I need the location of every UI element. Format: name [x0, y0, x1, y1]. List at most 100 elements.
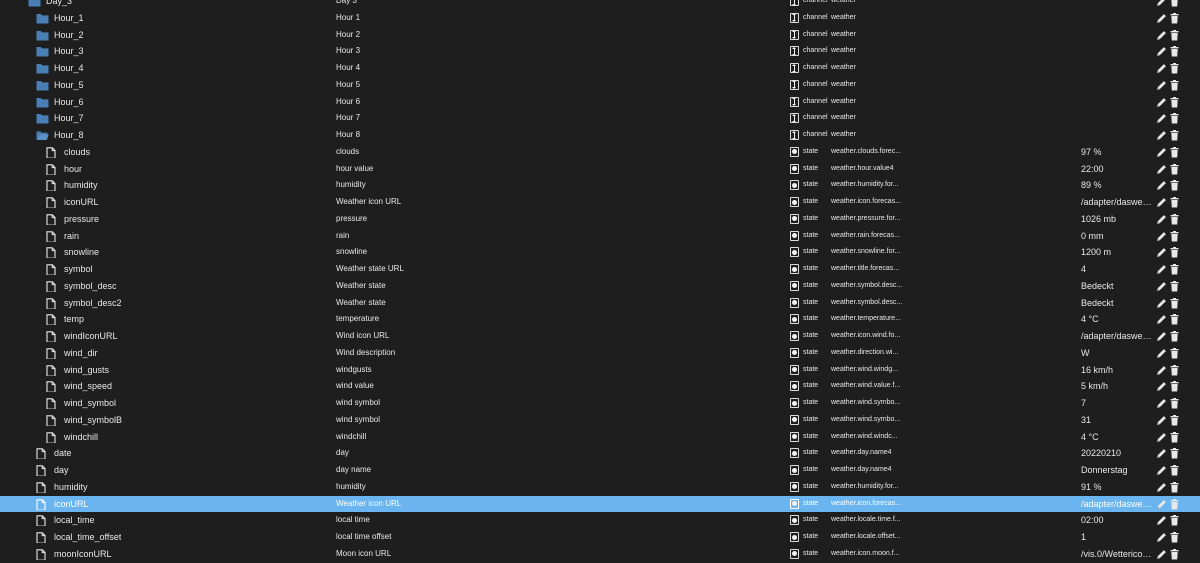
object-value[interactable]: /vis.0/Wettericon...	[1081, 546, 1153, 563]
folder-icon[interactable]	[36, 63, 49, 74]
folder-icon[interactable]	[36, 46, 49, 57]
file-icon[interactable]	[46, 331, 59, 342]
object-value[interactable]: 1026 mb	[1081, 211, 1153, 228]
trash-icon[interactable]	[1170, 314, 1180, 325]
object-value[interactable]	[1081, 60, 1153, 77]
trash-icon[interactable]	[1170, 163, 1180, 175]
pencil-icon[interactable]	[1156, 348, 1167, 359]
object-value[interactable]	[1081, 43, 1153, 60]
trash-icon[interactable]	[1170, 29, 1180, 41]
tree-row[interactable]: Hour_2 Hour 2 channel weather	[0, 27, 1200, 44]
file-icon[interactable]	[46, 381, 59, 393]
tree-row[interactable]: humidity humidity state weather.humidity.fo…	[0, 479, 1200, 496]
file-icon[interactable]	[36, 482, 49, 493]
folder-icon[interactable]	[36, 30, 49, 41]
pencil-icon[interactable]	[1156, 164, 1167, 175]
object-value[interactable]: 1200 m	[1081, 244, 1153, 261]
object-value[interactable]: 31	[1081, 412, 1153, 429]
object-value[interactable]: 89 %	[1081, 177, 1153, 194]
pencil-icon[interactable]	[1156, 314, 1167, 325]
pencil-icon[interactable]	[1156, 264, 1167, 275]
tree-row[interactable]: snowline snowline state weather.snowline.fo…	[0, 244, 1200, 261]
file-icon[interactable]	[46, 398, 59, 409]
tree-row[interactable]: windIconURL Wind icon URL state weather.ico…	[0, 328, 1200, 345]
pencil-icon[interactable]	[1156, 398, 1167, 409]
object-value[interactable]	[1081, 127, 1153, 144]
object-value[interactable]: 16 km/h	[1081, 362, 1153, 379]
object-value[interactable]	[1081, 77, 1153, 94]
trash-icon[interactable]	[1170, 481, 1180, 493]
pencil-icon[interactable]	[1156, 331, 1167, 342]
file-icon[interactable]	[36, 498, 49, 510]
trash-icon[interactable]	[1170, 113, 1180, 124]
file-icon[interactable]	[46, 230, 59, 242]
tree-row[interactable]: hour hour value state weather.hour.value4 22…	[0, 161, 1200, 178]
pencil-icon[interactable]	[1156, 214, 1167, 225]
pencil-icon[interactable]	[1156, 30, 1167, 41]
pencil-icon[interactable]	[1156, 432, 1167, 443]
tree-row[interactable]: Day_3 Day 3 channel weather	[0, 0, 1200, 10]
file-icon[interactable]	[36, 448, 49, 460]
pencil-icon[interactable]	[1156, 415, 1167, 426]
trash-icon[interactable]	[1170, 532, 1180, 543]
pencil-icon[interactable]	[1156, 231, 1167, 242]
trash-icon[interactable]	[1170, 431, 1180, 443]
trash-icon[interactable]	[1170, 398, 1180, 409]
object-value[interactable]: /adapter/daswett...	[1081, 496, 1153, 513]
pencil-icon[interactable]	[1156, 499, 1167, 510]
tree-row[interactable]: Hour_3 Hour 3 channel weather	[0, 43, 1200, 60]
trash-icon[interactable]	[1170, 0, 1180, 7]
trash-icon[interactable]	[1170, 197, 1180, 208]
file-icon[interactable]	[36, 515, 49, 527]
trash-icon[interactable]	[1170, 414, 1180, 426]
pencil-icon[interactable]	[1156, 13, 1167, 24]
object-value[interactable]: /adapter/daswett...	[1081, 328, 1153, 345]
tree-row[interactable]: wind_speed wind value state weather.wind.va…	[0, 378, 1200, 395]
pencil-icon[interactable]	[1156, 549, 1167, 560]
tree-row[interactable]: clouds clouds state weather.clouds.forec...…	[0, 144, 1200, 161]
tree-row[interactable]: wind_symbol wind symbol state weather.wind.…	[0, 395, 1200, 412]
object-value[interactable]: 7	[1081, 395, 1153, 412]
trash-icon[interactable]	[1170, 297, 1180, 309]
object-value[interactable]	[1081, 110, 1153, 127]
tree-row[interactable]: Hour_8 Hour 8 channel weather	[0, 127, 1200, 144]
tree-row[interactable]: day day name state weather.day.name4 Donners…	[0, 462, 1200, 479]
tree-row[interactable]: symbol_desc2 Weather state state weather.sy…	[0, 295, 1200, 312]
object-value[interactable]: 02:00	[1081, 512, 1153, 529]
object-value[interactable]	[1081, 27, 1153, 44]
file-icon[interactable]	[46, 247, 59, 259]
folder-icon[interactable]	[36, 113, 49, 124]
trash-icon[interactable]	[1170, 515, 1180, 526]
pencil-icon[interactable]	[1156, 298, 1167, 309]
trash-icon[interactable]	[1170, 63, 1180, 74]
pencil-icon[interactable]	[1156, 130, 1167, 141]
folder-icon[interactable]	[36, 13, 49, 24]
trash-icon[interactable]	[1170, 12, 1180, 24]
object-value[interactable]: 22:00	[1081, 161, 1153, 178]
object-value[interactable]: Donnerstag	[1081, 462, 1153, 479]
pencil-icon[interactable]	[1156, 63, 1167, 74]
trash-icon[interactable]	[1170, 230, 1180, 242]
tree-row[interactable]: windchill windchill state weather.wind.wind…	[0, 429, 1200, 446]
object-value[interactable]: 1	[1081, 529, 1153, 546]
tree-row[interactable]: wind_symbolB wind symbol state weather.wind…	[0, 412, 1200, 429]
tree-row[interactable]: symbol Weather state URL state weather.titl…	[0, 261, 1200, 278]
file-icon[interactable]	[36, 532, 49, 543]
tree-row[interactable]: Hour_5 Hour 5 channel weather	[0, 77, 1200, 94]
file-icon[interactable]	[46, 364, 59, 376]
pencil-icon[interactable]	[1156, 365, 1167, 376]
tree-row[interactable]: local_time_offset local time offset state w…	[0, 529, 1200, 546]
pencil-icon[interactable]	[1156, 247, 1167, 258]
tree-row[interactable]: Hour_6 Hour 6 channel weather	[0, 94, 1200, 111]
tree-row[interactable]: humidity humidity state weather.humidity.fo…	[0, 177, 1200, 194]
file-icon[interactable]	[46, 415, 59, 426]
pencil-icon[interactable]	[1156, 482, 1167, 493]
tree-row[interactable]: wind_dir Wind description state weather.dir…	[0, 345, 1200, 362]
folder-icon[interactable]	[36, 97, 49, 108]
pencil-icon[interactable]	[1156, 532, 1167, 543]
trash-icon[interactable]	[1170, 381, 1180, 392]
folder-open-icon[interactable]	[36, 130, 49, 141]
file-icon[interactable]	[46, 314, 59, 326]
file-icon[interactable]	[36, 465, 49, 476]
trash-icon[interactable]	[1170, 280, 1180, 292]
